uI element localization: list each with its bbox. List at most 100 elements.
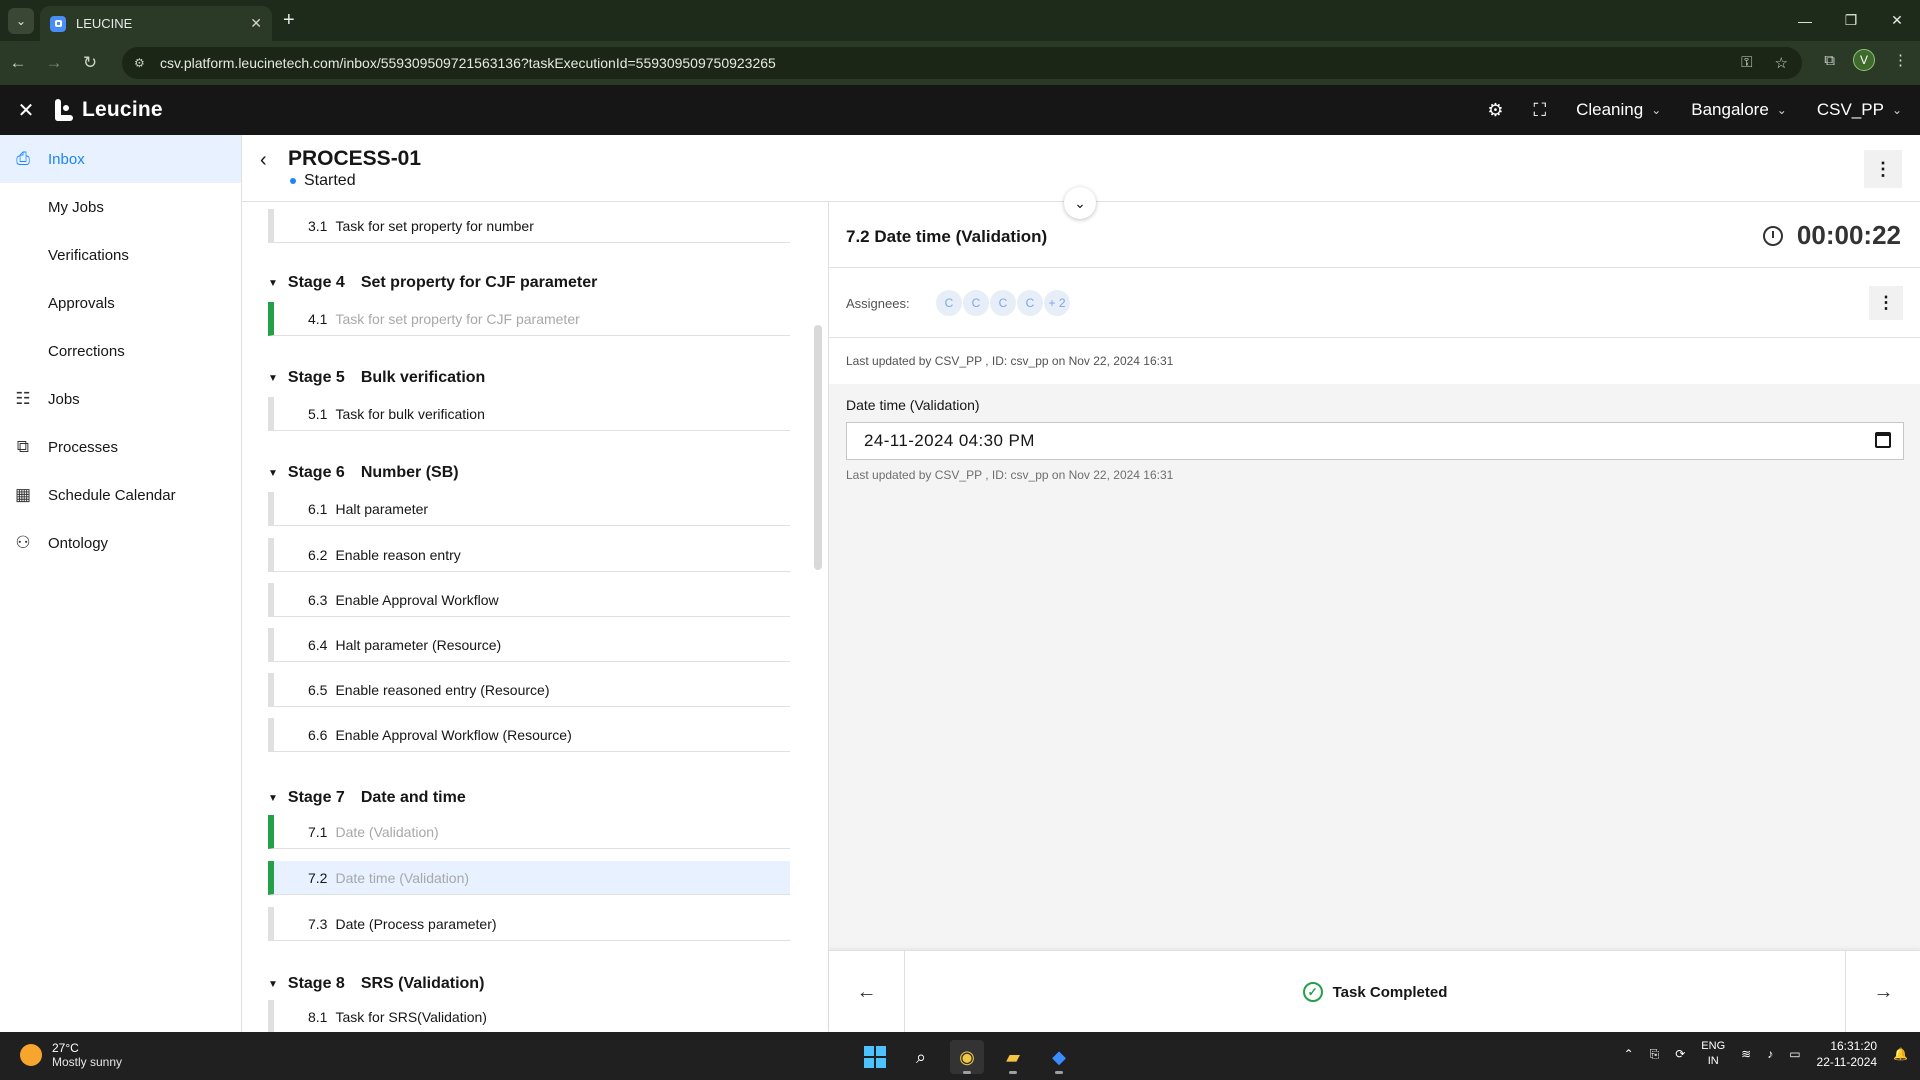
caret-down-icon: ▼ xyxy=(268,467,278,479)
task-row-6-5[interactable]: 6.5 Enable reasoned entry (Resource) xyxy=(268,673,790,707)
window-controls: — ❐ ✕ xyxy=(1782,0,1920,41)
user-dropdown[interactable]: CSV_PP ⌄ xyxy=(1817,100,1902,120)
chevron-up-icon[interactable]: ⌃ xyxy=(1624,1047,1634,1061)
next-task-arrow-icon[interactable]: → xyxy=(1845,951,1920,1033)
sync-icon[interactable]: ⟳ xyxy=(1675,1047,1685,1061)
avatar[interactable]: C xyxy=(962,289,990,317)
restore-icon[interactable]: ❐ xyxy=(1828,0,1874,41)
task-number: 6.4 xyxy=(308,636,328,653)
profile-avatar[interactable]: V xyxy=(1853,49,1875,71)
stage-header-8[interactable]: ▼ Stage 8 SRS (Validation) xyxy=(268,975,484,993)
location-dropdown[interactable]: Bangalore ⌄ xyxy=(1691,100,1787,120)
collapse-toggle-icon[interactable]: ⌄ xyxy=(1064,187,1096,219)
battery-icon[interactable]: ▭ xyxy=(1789,1047,1800,1061)
os-taskbar: 27°C Mostly sunny ⌕ ◉ ▰ ◆ ⌃ ⎘ ⟳ ENG IN ≋… xyxy=(0,1032,1920,1080)
more-assignees-badge[interactable]: + 2 xyxy=(1043,289,1071,317)
task-label: Date time (Validation) xyxy=(335,869,470,886)
task-row-5-1[interactable]: 5.1 Task for bulk verification xyxy=(268,397,790,431)
sidebar-item-schedule-calendar[interactable]: ▦ Schedule Calendar xyxy=(0,471,241,519)
language-indicator[interactable]: ENG IN xyxy=(1701,1039,1725,1069)
close-window-icon[interactable]: ✕ xyxy=(1874,0,1920,41)
previous-task-arrow-icon[interactable]: ← xyxy=(829,951,905,1033)
stage-header-6[interactable]: ▼ Stage 6 Number (SB) xyxy=(268,464,459,482)
reload-icon[interactable]: ↻ xyxy=(72,45,108,81)
facility-dropdown[interactable]: Cleaning ⌄ xyxy=(1576,100,1661,120)
stage-list-scrollbar[interactable] xyxy=(814,325,822,570)
task-row-7-2[interactable]: 7.2 Date time (Validation) xyxy=(268,861,790,895)
notifications-bell-icon[interactable]: 🔔 xyxy=(1893,1047,1908,1061)
process-more-menu-icon[interactable]: ⋮ xyxy=(1864,150,1902,188)
task-row-4-1[interactable]: 4.1 Task for set property for CJF parame… xyxy=(268,302,790,336)
wifi-icon[interactable]: ≋ xyxy=(1741,1047,1751,1061)
minimize-icon[interactable]: — xyxy=(1782,0,1828,41)
back-arrow-icon[interactable]: ‹ xyxy=(260,149,267,172)
sidebar-item-label: Schedule Calendar xyxy=(48,486,176,504)
sidebar-item-jobs[interactable]: ☷ Jobs xyxy=(0,375,241,423)
site-info-icon[interactable]: ⚙ xyxy=(134,56,150,70)
task-row-8-1[interactable]: 8.1 Task for SRS(Validation) xyxy=(268,1000,790,1032)
app-icon[interactable]: ◆ xyxy=(1042,1040,1076,1074)
brand-logo[interactable]: Leucine xyxy=(52,98,163,122)
task-number: 6.3 xyxy=(308,591,328,608)
sidebar-item-verifications[interactable]: Verifications xyxy=(0,231,241,279)
weather-widget[interactable]: 27°C Mostly sunny xyxy=(20,1041,122,1069)
task-more-menu-icon[interactable]: ⋮ xyxy=(1869,286,1903,320)
bookmark-star-icon[interactable]: ☆ xyxy=(1775,54,1788,72)
browser-tab[interactable]: LEUCINE ✕ xyxy=(40,6,272,41)
sidebar-item-corrections[interactable]: Corrections xyxy=(0,327,241,375)
avatar[interactable]: C xyxy=(1016,289,1044,317)
taskbar-apps: ⌕ ◉ ▰ ◆ xyxy=(858,1040,1076,1074)
stage-header-4[interactable]: ▼ Stage 4 Set property for CJF parameter xyxy=(268,274,597,292)
language-code: ENG xyxy=(1701,1040,1726,1052)
password-key-icon[interactable]: ⚿ xyxy=(1741,54,1752,72)
windows-start-icon[interactable] xyxy=(858,1040,892,1074)
task-row-7-3[interactable]: 7.3 Date (Process parameter) xyxy=(268,907,790,941)
sidebar-item-approvals[interactable]: Approvals xyxy=(0,279,241,327)
chrome-icon[interactable]: ◉ xyxy=(950,1040,984,1074)
close-tab-icon[interactable]: ✕ xyxy=(250,15,262,32)
chevron-down-icon: ⌄ xyxy=(15,13,27,28)
task-row-6-2[interactable]: 6.2 Enable reason entry xyxy=(268,538,790,572)
volume-icon[interactable]: ♪ xyxy=(1767,1047,1773,1061)
search-icon[interactable]: ⌕ xyxy=(904,1040,938,1074)
address-bar[interactable]: ⚙ csv.platform.leucinetech.com/inbox/559… xyxy=(122,47,1802,79)
sidebar-item-inbox[interactable]: ⎙ Inbox xyxy=(0,135,241,183)
forward-icon[interactable]: → xyxy=(36,45,72,81)
calendar-picker-icon[interactable] xyxy=(1875,432,1891,448)
task-row-7-1[interactable]: 7.1 Date (Validation) xyxy=(268,815,790,849)
avatar[interactable]: C xyxy=(935,289,963,317)
assignee-avatars[interactable]: C C C C + 2 xyxy=(935,289,1071,317)
sidebar-item-processes[interactable]: ⧉ Processes xyxy=(0,423,241,471)
sidebar-item-label: Inbox xyxy=(48,150,85,168)
tab-search-button[interactable]: ⌄ xyxy=(8,7,34,34)
task-number: 8.1 xyxy=(308,1008,328,1025)
clipboard-icon: ☷ xyxy=(15,389,31,408)
task-row-6-6[interactable]: 6.6 Enable Approval Workflow (Resource) xyxy=(268,718,790,752)
back-icon[interactable]: ← xyxy=(0,45,36,81)
scan-icon[interactable]: ⛶ xyxy=(1533,100,1546,121)
date-time-parameter: Date time (Validation) 24-11-2024 04:30 … xyxy=(829,384,1920,684)
extensions-icon[interactable]: ⧉ xyxy=(1824,52,1835,69)
sidebar-item-my-jobs[interactable]: My Jobs xyxy=(0,183,241,231)
sidebar-item-ontology[interactable]: ⚇ Ontology xyxy=(0,519,241,567)
close-app-icon[interactable]: ✕ xyxy=(0,98,52,123)
assignees-label: Assignees: xyxy=(846,296,910,311)
stage-header-7[interactable]: ▼ Stage 7 Date and time xyxy=(268,789,466,807)
file-explorer-icon[interactable]: ▰ xyxy=(996,1040,1030,1074)
notification-app-icon[interactable]: ⎘ xyxy=(1650,1047,1660,1062)
settings-gear-icon[interactable]: ⚙ xyxy=(1487,100,1503,121)
task-row-6-1[interactable]: 6.1 Halt parameter xyxy=(268,492,790,526)
stage-name: Set property for CJF parameter xyxy=(360,274,598,291)
avatar[interactable]: C xyxy=(989,289,1017,317)
browser-menu-icon[interactable]: ⋮ xyxy=(1893,51,1908,69)
task-row-6-3[interactable]: 6.3 Enable Approval Workflow xyxy=(268,583,790,617)
task-row-3-1[interactable]: 3.1 Task for set property for number xyxy=(268,209,790,243)
inbox-icon: ⎙ xyxy=(16,149,30,168)
process-status: Started xyxy=(290,172,356,190)
new-tab-button[interactable]: + xyxy=(283,9,295,32)
stage-header-5[interactable]: ▼ Stage 5 Bulk verification xyxy=(268,369,485,387)
task-row-6-4[interactable]: 6.4 Halt parameter (Resource) xyxy=(268,628,790,662)
browser-tabstrip: ⌄ LEUCINE ✕ + — ❐ ✕ xyxy=(0,0,1920,41)
clock[interactable]: 16:31:20 22-11-2024 xyxy=(1817,1038,1878,1070)
date-time-input[interactable]: 24-11-2024 04:30 PM xyxy=(846,422,1904,460)
